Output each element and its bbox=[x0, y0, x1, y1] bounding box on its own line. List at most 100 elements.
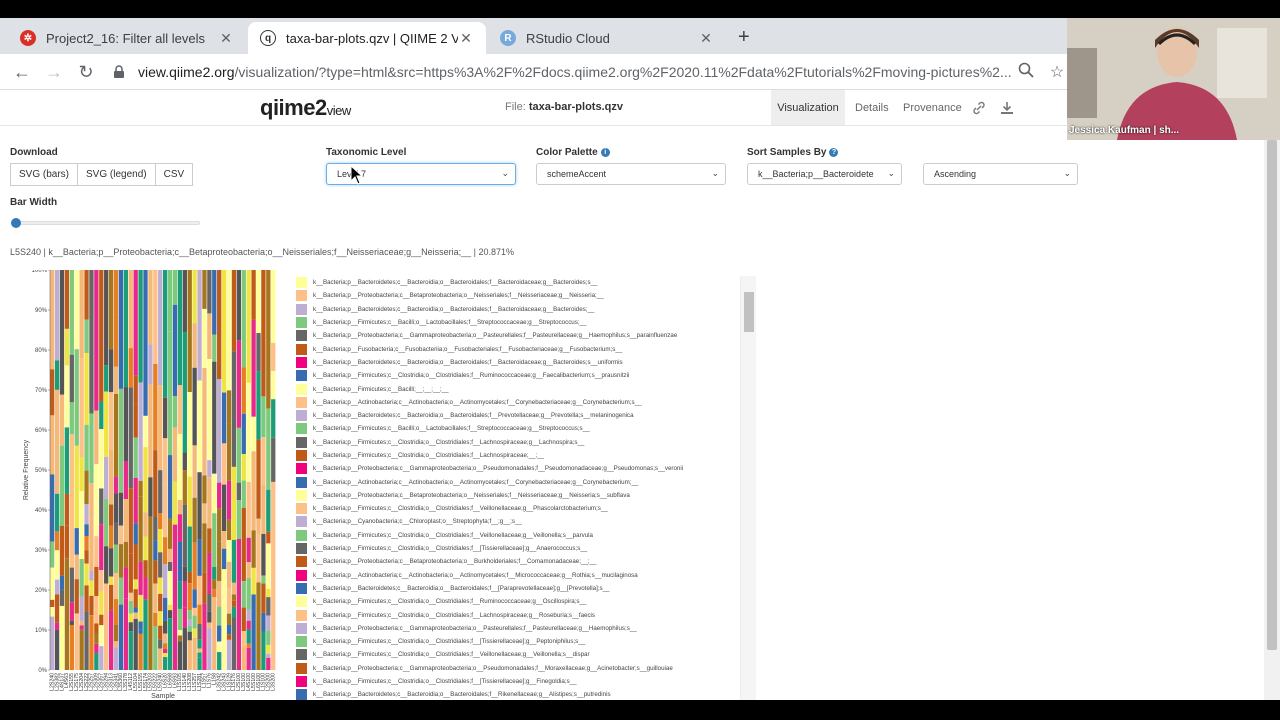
bar-segment[interactable] bbox=[153, 516, 158, 541]
bar-segment[interactable] bbox=[84, 352, 89, 425]
bar-segment[interactable] bbox=[94, 410, 99, 465]
bar-segment[interactable] bbox=[153, 626, 158, 670]
tab-project2[interactable]: ✲ Project2_16: Filter all levels ✕ bbox=[8, 22, 246, 54]
bar-segment[interactable] bbox=[177, 385, 183, 434]
bar-segment[interactable] bbox=[163, 564, 168, 598]
bar-segment[interactable] bbox=[108, 349, 114, 393]
bar-segment[interactable] bbox=[192, 542, 197, 590]
bar-segment[interactable] bbox=[271, 399, 276, 438]
bar-segment[interactable] bbox=[241, 631, 246, 646]
bar-segment[interactable] bbox=[59, 445, 65, 526]
bar-segment[interactable] bbox=[241, 367, 246, 414]
bar-segment[interactable] bbox=[64, 365, 70, 428]
bar-segment[interactable] bbox=[69, 567, 74, 603]
bar-segment[interactable] bbox=[99, 429, 104, 489]
bar-segment[interactable] bbox=[153, 612, 158, 627]
bar-segment[interactable] bbox=[207, 270, 212, 314]
bar-segment[interactable] bbox=[167, 604, 173, 611]
bar-segment[interactable] bbox=[128, 622, 133, 632]
bar-segment[interactable] bbox=[241, 413, 246, 455]
svg-bars-button[interactable]: SVG (bars) bbox=[10, 163, 79, 186]
bar-segment[interactable] bbox=[50, 607, 55, 617]
bar-segment[interactable] bbox=[231, 600, 237, 607]
bar-segment[interactable] bbox=[128, 631, 133, 670]
bar-segment[interactable] bbox=[256, 371, 261, 440]
bar-segment[interactable] bbox=[84, 611, 89, 670]
bar-segment[interactable] bbox=[108, 525, 114, 549]
bar-segment[interactable] bbox=[221, 270, 227, 393]
bar-segment[interactable] bbox=[226, 519, 232, 541]
bar-segment[interactable] bbox=[163, 597, 168, 621]
bar-segment[interactable] bbox=[177, 433, 183, 500]
legend-item[interactable]: k__Bacteria;p__Firmicutes;c__Clostridia;… bbox=[296, 542, 736, 555]
bar-segment[interactable] bbox=[59, 589, 65, 606]
bar-segment[interactable] bbox=[69, 602, 74, 621]
bar-segment[interactable] bbox=[187, 625, 192, 632]
bar-segment[interactable] bbox=[192, 607, 197, 616]
bar-segment[interactable] bbox=[143, 560, 148, 578]
legend-item[interactable]: k__Bacteria;p__Actinobacteria;c__Actinob… bbox=[296, 475, 736, 488]
bar-segment[interactable] bbox=[202, 523, 207, 573]
bar-segment[interactable] bbox=[226, 480, 232, 520]
bar-segment[interactable] bbox=[261, 612, 266, 632]
bar-segment[interactable] bbox=[148, 270, 153, 345]
bar-segment[interactable] bbox=[197, 575, 202, 605]
bar-segment[interactable] bbox=[202, 572, 207, 604]
forward-arrow-icon[interactable]: → bbox=[42, 60, 66, 84]
bar-segment[interactable] bbox=[172, 270, 178, 305]
bar-segment[interactable] bbox=[197, 380, 202, 473]
bar-segment[interactable] bbox=[153, 450, 158, 517]
bar-segment[interactable] bbox=[246, 629, 251, 644]
bar-segment[interactable] bbox=[133, 607, 138, 613]
bar-segment[interactable] bbox=[246, 481, 251, 538]
bar-segment[interactable] bbox=[236, 500, 242, 539]
bar-segment[interactable] bbox=[84, 470, 89, 505]
bar-segment[interactable] bbox=[143, 415, 148, 448]
bar-segment[interactable] bbox=[133, 477, 138, 524]
bar-segment[interactable] bbox=[256, 582, 261, 670]
close-icon[interactable]: ✕ bbox=[458, 30, 474, 47]
bar-segment[interactable] bbox=[99, 524, 104, 571]
bar-segment[interactable] bbox=[108, 449, 114, 505]
legend-item[interactable]: k__Bacteria;p__Firmicutes;c__Clostridia;… bbox=[296, 436, 736, 449]
bar-segment[interactable] bbox=[89, 413, 94, 484]
bar-segment[interactable] bbox=[50, 599, 55, 608]
bar-segment[interactable] bbox=[221, 531, 227, 549]
bar-segment[interactable] bbox=[251, 530, 256, 568]
bar-segment[interactable] bbox=[202, 368, 207, 476]
qiime2-logo[interactable]: qiime2view bbox=[260, 95, 351, 121]
bar-segment[interactable] bbox=[187, 640, 192, 670]
tab-qiime-view[interactable]: q taxa-bar-plots.qzv | QIIME 2 View ✕ bbox=[248, 22, 486, 54]
bar-segment[interactable] bbox=[148, 435, 153, 478]
legend-item[interactable]: k__Bacteria;p__Fusobacteria;c__Fusobacte… bbox=[296, 342, 736, 355]
bar-segment[interactable] bbox=[104, 365, 109, 392]
bar-segment[interactable] bbox=[172, 304, 178, 396]
bar-segment[interactable] bbox=[202, 475, 207, 504]
bar-segment[interactable] bbox=[231, 582, 237, 595]
bar-segment[interactable] bbox=[113, 314, 119, 367]
bar-segment[interactable] bbox=[99, 646, 104, 670]
bar-segment[interactable] bbox=[94, 653, 99, 670]
bar-segment[interactable] bbox=[99, 570, 104, 592]
bar-segment[interactable] bbox=[113, 393, 119, 477]
bar-segment[interactable] bbox=[99, 270, 104, 402]
bar-segment[interactable] bbox=[207, 628, 212, 670]
new-tab-icon[interactable]: + bbox=[738, 26, 750, 49]
bar-segment[interactable] bbox=[212, 579, 217, 590]
bar-segment[interactable] bbox=[148, 477, 153, 517]
bar-segment[interactable] bbox=[271, 481, 276, 670]
bar-segment[interactable] bbox=[172, 427, 178, 482]
bar-segment[interactable] bbox=[246, 620, 251, 630]
bar-width-slider[interactable] bbox=[11, 218, 200, 228]
bar-segment[interactable] bbox=[64, 427, 70, 494]
bar-segment[interactable] bbox=[226, 423, 232, 481]
legend-item[interactable]: k__Bacteria;p__Cyanobacteria;c__Chloropl… bbox=[296, 515, 736, 528]
bar-segment[interactable] bbox=[192, 637, 197, 670]
bar-segment[interactable] bbox=[177, 641, 183, 670]
bar-segment[interactable] bbox=[163, 653, 168, 658]
bar-segment[interactable] bbox=[212, 334, 217, 362]
bar-segment[interactable] bbox=[231, 466, 237, 540]
bar-segment[interactable] bbox=[94, 566, 99, 597]
bar-segment[interactable] bbox=[197, 648, 202, 653]
bar-segment[interactable] bbox=[113, 624, 119, 642]
